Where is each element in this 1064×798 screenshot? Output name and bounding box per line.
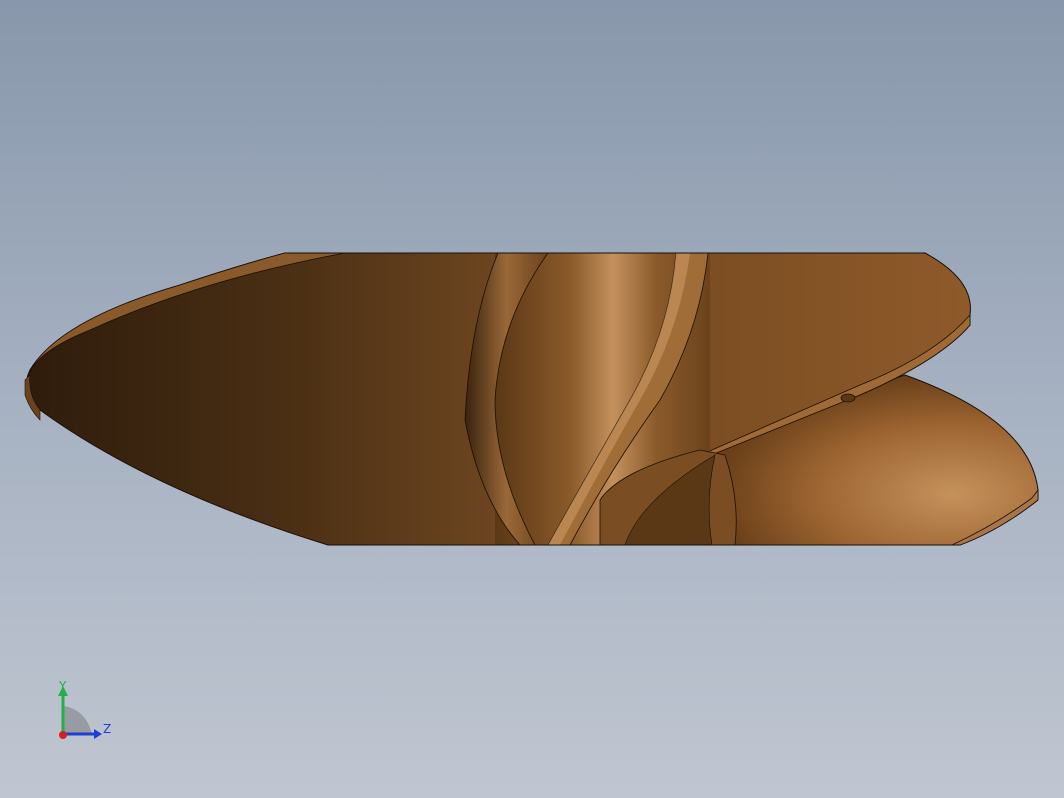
z-axis-label: Z <box>103 722 111 736</box>
coordinate-triad: Y Z <box>58 679 111 739</box>
left-blade <box>26 252 501 546</box>
x-axis-dot <box>59 731 67 739</box>
triad-plane-indicator <box>64 706 92 734</box>
blade-hole <box>840 393 856 403</box>
y-axis-label: Y <box>58 679 67 693</box>
graphics-viewport[interactable]: Y Z <box>0 0 1064 798</box>
z-axis-arrow <box>94 729 102 739</box>
propeller-blade-model[interactable] <box>0 0 1064 798</box>
